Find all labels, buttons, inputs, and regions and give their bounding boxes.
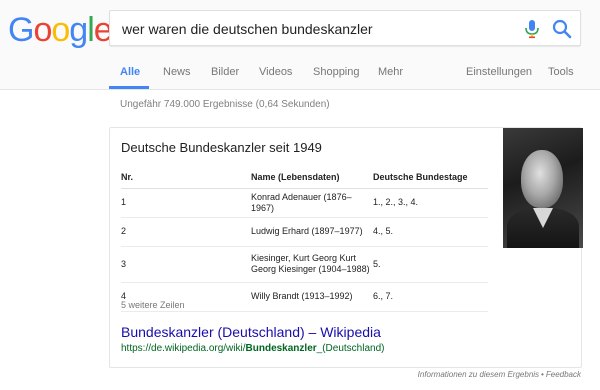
result-stats: Ungefähr 749.000 Ergebnisse (0,64 Sekund… xyxy=(120,99,330,110)
tab-mehr[interactable]: Mehr xyxy=(378,66,403,78)
table-header-row: Nr. Name (Lebensdaten) Deutsche Bundesta… xyxy=(121,166,488,189)
search-box xyxy=(109,10,581,46)
portrait-image[interactable] xyxy=(503,128,583,248)
column-header: Name (Lebensdaten) xyxy=(251,166,373,189)
microphone-icon[interactable] xyxy=(522,18,542,40)
featured-snippet: Deutsche Bundeskanzler seit 1949 Nr. Nam… xyxy=(109,127,583,368)
more-rows-link[interactable]: 5 weitere Zeilen xyxy=(121,300,185,310)
table-cell: 1 xyxy=(121,188,251,218)
table-cell: Kiesinger, Kurt Georg Kurt Georg Kiesing… xyxy=(251,246,373,283)
url-prefix: https://de.wikipedia.org/wiki/ xyxy=(121,343,246,354)
table-cell: Willy Brandt (1913–1992) xyxy=(251,282,373,312)
chancellor-table: Nr. Name (Lebensdaten) Deutsche Bundesta… xyxy=(121,166,488,312)
feedback-link[interactable]: Feedback xyxy=(546,370,581,379)
search-input[interactable] xyxy=(122,19,502,39)
tab-bar: Alle News Bilder Videos Shopping Mehr Ei… xyxy=(0,60,600,90)
header: Google Alle News Bilder Videos Shopping … xyxy=(0,0,600,90)
footer-separator: • xyxy=(541,370,544,379)
tab-bilder[interactable]: Bilder xyxy=(211,66,239,78)
table-row: 2 Ludwig Erhard (1897–1977) 4., 5. xyxy=(121,217,488,247)
table-cell: Ludwig Erhard (1897–1977) xyxy=(251,217,373,247)
portrait-face xyxy=(521,150,563,208)
table-cell: 2 xyxy=(121,217,251,247)
column-header: Nr. xyxy=(121,166,251,189)
wikipedia-result-link[interactable]: Bundeskanzler (Deutschland) – Wikipedia xyxy=(121,324,381,340)
logo-letter: o xyxy=(33,11,52,49)
table-cell: 4., 5. xyxy=(373,217,488,247)
table-cell: 1., 2., 3., 4. xyxy=(373,188,488,218)
tab-news[interactable]: News xyxy=(163,66,191,78)
snippet-title: Deutsche Bundeskanzler seit 1949 xyxy=(121,140,322,155)
table-cell: 3 xyxy=(121,246,251,283)
snippet-footer: Informationen zu diesem Ergebnis • Feedbac… xyxy=(418,370,581,379)
table-row: 1 Konrad Adenauer (1876–1967) 1., 2., 3.… xyxy=(121,188,488,218)
tab-tools[interactable]: Tools xyxy=(548,66,574,78)
logo-letter: G xyxy=(8,11,34,49)
tab-shopping[interactable]: Shopping xyxy=(313,66,360,78)
result-url[interactable]: https://de.wikipedia.org/wiki/Bundeskanz… xyxy=(121,343,384,354)
logo-letter: g xyxy=(69,11,88,49)
tab-einstellungen[interactable]: Einstellungen xyxy=(466,66,532,78)
table-cell: 5. xyxy=(373,246,488,283)
tab-alle[interactable]: Alle xyxy=(120,66,140,78)
url-keyword: Bundeskanzler xyxy=(245,343,317,354)
url-suffix: _(Deutschland) xyxy=(316,343,385,354)
active-tab-indicator xyxy=(109,86,149,89)
column-header: Deutsche Bundestage xyxy=(373,166,488,189)
table-row: 3 Kiesinger, Kurt Georg Kurt Georg Kiesi… xyxy=(121,246,488,283)
tab-videos[interactable]: Videos xyxy=(259,66,292,78)
search-icon[interactable] xyxy=(550,17,574,41)
table-cell: Konrad Adenauer (1876–1967) xyxy=(251,188,373,218)
google-logo[interactable]: Google xyxy=(8,10,113,50)
about-result-link[interactable]: Informationen zu diesem Ergebnis xyxy=(418,370,539,379)
logo-letter: o xyxy=(51,11,70,49)
table-cell: 6., 7. xyxy=(373,282,488,312)
